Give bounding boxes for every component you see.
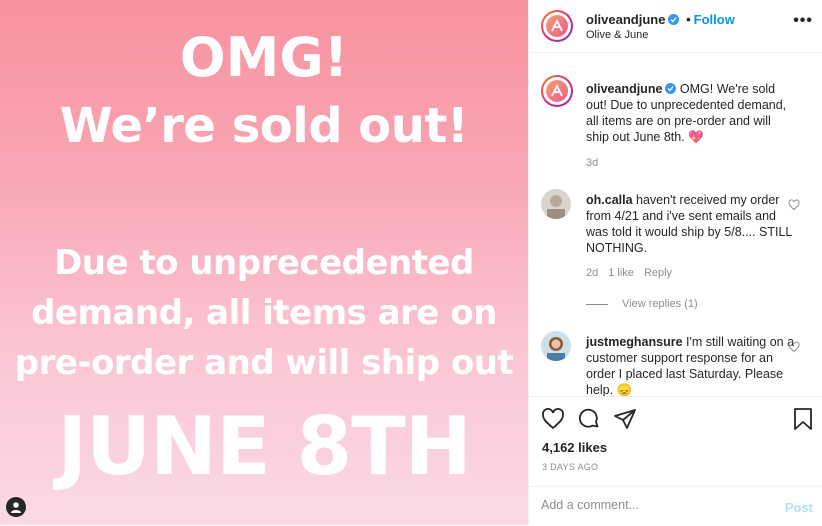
brand-logo-icon — [546, 80, 568, 102]
comments-list[interactable]: oliveandjune OMG! We're sold out! Due to… — [529, 53, 822, 396]
verified-icon — [665, 83, 677, 94]
post-side-panel: oliveandjune • Follow Olive & June ••• ol… — [528, 0, 822, 525]
caption-time: 3d — [586, 157, 599, 169]
image-body-line: pre-order and will ship out — [14, 343, 514, 383]
like-comment-icon[interactable] — [788, 199, 800, 211]
comment-meta: 2d 1 like Reply — [586, 267, 682, 279]
bookmark-icon[interactable] — [792, 407, 814, 431]
more-options-icon[interactable]: ••• — [793, 12, 813, 30]
comment-time: 2d — [586, 267, 599, 279]
image-body: Due to unprecedented demand, all items a… — [0, 238, 528, 388]
reply-button[interactable]: Reply — [644, 267, 672, 279]
image-body-line: demand, all items are on — [31, 293, 497, 333]
header-subtitle: Olive & June — [586, 29, 649, 41]
heart-icon[interactable] — [541, 407, 565, 431]
share-icon[interactable] — [613, 407, 637, 431]
comment-icon[interactable] — [577, 407, 601, 431]
verified-icon — [668, 14, 680, 25]
post-timestamp: 3 DAYS AGO — [542, 462, 599, 472]
view-replies-label: View replies (1) — [622, 298, 698, 310]
post-header: oliveandjune • Follow Olive & June ••• — [529, 0, 822, 53]
comment-text: oh.calla haven't received my order from … — [586, 192, 796, 256]
view-replies-button[interactable]: View replies (1) — [586, 298, 698, 310]
avatar[interactable] — [541, 10, 573, 42]
caption-username[interactable]: oliveandjune — [586, 82, 662, 96]
image-date: JUNE 8TH — [57, 400, 471, 493]
avatar[interactable] — [541, 75, 573, 107]
image-headline: OMG! — [179, 26, 349, 89]
post-comment-button[interactable]: Post — [785, 500, 813, 515]
comment-likes[interactable]: 1 like — [608, 267, 634, 279]
divider — [586, 303, 608, 305]
post-actions: 4,162 likes 3 DAYS AGO — [529, 396, 822, 487]
user-tag-icon[interactable] — [6, 497, 26, 517]
add-comment-bar: Post — [529, 486, 822, 526]
avatar[interactable] — [541, 331, 571, 361]
comment-username[interactable]: oh.calla — [586, 193, 633, 207]
likes-count[interactable]: 4,162 likes — [542, 440, 607, 455]
comment-text: justmeghansure I'm still waiting on a cu… — [586, 334, 796, 396]
separator-dot: • — [686, 12, 691, 27]
add-comment-input[interactable] — [541, 498, 761, 512]
caption-text: oliveandjune OMG! We're sold out! Due to… — [586, 81, 796, 145]
post-image[interactable]: OMG! We’re sold out! Due to unprecedente… — [0, 0, 528, 525]
header-username-row: oliveandjune • Follow — [586, 12, 735, 27]
like-comment-icon[interactable] — [788, 341, 800, 353]
follow-button[interactable]: Follow — [694, 12, 735, 27]
header-username[interactable]: oliveandjune — [586, 12, 665, 27]
avatar[interactable] — [541, 189, 571, 219]
brand-logo-icon — [546, 15, 568, 37]
comment-username[interactable]: justmeghansure — [586, 335, 683, 349]
image-subheadline: We’re sold out! — [59, 98, 469, 154]
image-body-line: Due to unprecedented — [54, 243, 474, 283]
